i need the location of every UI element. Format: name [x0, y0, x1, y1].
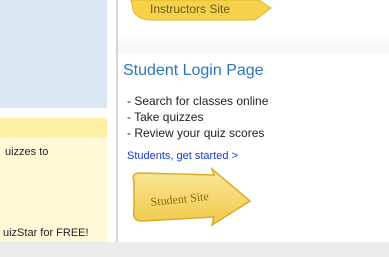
list-item: - Take quizzes — [127, 110, 204, 124]
list-item: - Search for classes online — [127, 94, 269, 108]
left-blue-panel — [0, 0, 107, 108]
page-title: Student Login Page — [123, 62, 264, 79]
students-get-started-link[interactable]: Students, get started > — [127, 150, 238, 162]
left-quiz-text: uizzes to — [5, 146, 49, 158]
bottom-bar — [0, 242, 389, 257]
feature-list: - Search for classes online - Take quizz… — [127, 93, 268, 141]
left-spacer — [0, 108, 107, 118]
list-item: - Review your quiz scores — [127, 126, 265, 140]
left-signup-text: uizStar for FREE! — [3, 227, 89, 239]
instructors-site-label[interactable]: Instructors Site — [150, 2, 230, 16]
left-yellow-header — [0, 118, 107, 138]
student-site-button[interactable]: Student Site — [128, 167, 256, 229]
student-panel-gradient — [118, 35, 389, 53]
